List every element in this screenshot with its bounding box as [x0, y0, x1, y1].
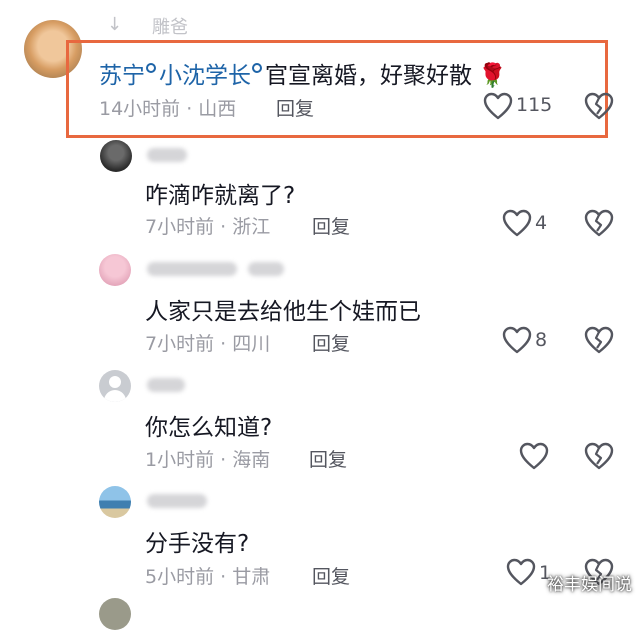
dislike-icon[interactable] — [584, 209, 614, 237]
dislike-icon[interactable] — [584, 326, 614, 354]
watermark: 裕丰娱间说 — [547, 575, 632, 595]
comment-text: 你怎么知道? — [145, 415, 273, 441]
blurred-username — [147, 378, 185, 392]
cut-off-username: 雕爸 — [152, 17, 188, 38]
reply-button[interactable]: 回复 — [312, 212, 350, 239]
dislike-icon[interactable] — [584, 92, 614, 120]
heart-icon[interactable] — [483, 92, 513, 120]
blurred-username — [147, 148, 187, 162]
blurred-username — [147, 262, 237, 276]
avatar[interactable] — [99, 254, 131, 286]
comment-meta: 1小时前 · 海南 — [145, 449, 271, 471]
reply-button[interactable]: 回复 — [312, 562, 350, 589]
mention-link[interactable]: 小沈学长 — [159, 63, 251, 89]
comment-text: 咋滴咋就离了? — [145, 183, 296, 209]
search-icon — [252, 63, 262, 73]
comment-meta: 7小时前 · 浙江 — [145, 216, 271, 238]
comment-text: 分手没有? — [145, 531, 250, 557]
heart-icon[interactable] — [502, 326, 532, 354]
avatar-placeholder[interactable] — [99, 370, 131, 402]
comment-meta: 14小时前 · 山西 — [99, 98, 237, 120]
dislike-icon[interactable] — [584, 442, 614, 470]
reply-button[interactable]: 回复 — [312, 329, 350, 356]
heart-icon[interactable] — [502, 209, 532, 237]
reply-button[interactable]: 回复 — [276, 94, 314, 121]
rose-emoji: 🌹 — [478, 63, 507, 89]
avatar[interactable] — [99, 486, 131, 518]
heart-icon[interactable] — [506, 558, 536, 586]
search-icon — [146, 63, 156, 73]
reply-button[interactable]: 回复 — [309, 445, 347, 472]
comment-body: 官宣离婚，好聚好散 — [265, 63, 472, 89]
comment-meta: 5小时前 · 甘肃 — [145, 566, 271, 588]
cut-off-symbol: ↓ — [107, 14, 123, 35]
like-count: 115 — [516, 94, 553, 116]
avatar[interactable] — [100, 140, 132, 172]
like-count: 8 — [535, 329, 548, 351]
comment-meta: 7小时前 · 四川 — [145, 333, 271, 355]
comment-text: 苏宁 小沈学长 官宣离婚，好聚好散 🌹 — [99, 56, 507, 90]
avatar[interactable] — [99, 598, 131, 630]
mention-link[interactable]: 苏宁 — [99, 63, 145, 89]
like-count: 4 — [535, 212, 548, 234]
heart-icon[interactable] — [519, 442, 549, 470]
blurred-username-suffix — [248, 262, 284, 276]
blurred-username — [147, 494, 207, 508]
comment-text: 人家只是去给他生个娃而已 — [145, 299, 421, 325]
